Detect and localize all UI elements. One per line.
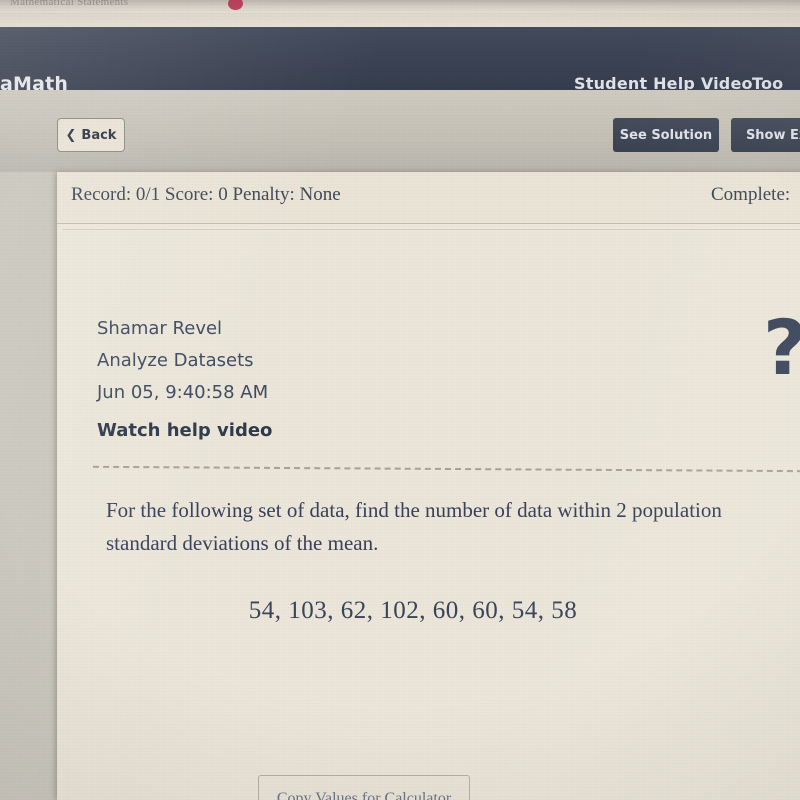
question-card: Shamar Revel Analyze Datasets Jun 05, 9:… bbox=[63, 229, 800, 800]
see-solution-button[interactable]: See Solution bbox=[613, 118, 719, 152]
record-bar: Record: 0/1 Score: 0 Penalty: None Compl… bbox=[57, 172, 800, 224]
complete-status-text: Complete: bbox=[711, 184, 791, 205]
show-example-button[interactable]: Show Exa bbox=[731, 118, 800, 152]
student-name: Shamar Revel bbox=[97, 318, 223, 339]
dashed-divider bbox=[93, 465, 800, 473]
back-button-label: Back bbox=[81, 127, 117, 143]
copy-values-button[interactable]: Copy Values for Calculator bbox=[258, 775, 470, 800]
chevron-left-icon: ❮ bbox=[65, 127, 77, 143]
back-button[interactable]: ❮ Back bbox=[57, 118, 125, 152]
question-mark-icon[interactable]: ? bbox=[763, 310, 800, 386]
assignment-title: Analyze Datasets bbox=[97, 350, 254, 371]
question-prompt: For the following set of data, find the … bbox=[106, 498, 722, 555]
watch-help-video-link[interactable]: Watch help video bbox=[97, 420, 272, 441]
photographed-screen: Mathematical Statements aMath Student He… bbox=[0, 0, 800, 800]
browser-sliver: Mathematical Statements bbox=[0, 0, 800, 13]
browser-chrome-gap bbox=[0, 13, 800, 27]
browser-sliver-text: Mathematical Statements bbox=[10, 0, 129, 8]
record-status-text: Record: 0/1 Score: 0 Penalty: None bbox=[71, 184, 341, 205]
dataset-values: 54, 103, 62, 102, 60, 60, 54, 58 bbox=[248, 597, 578, 624]
red-badge-icon bbox=[228, 0, 243, 10]
assignment-timestamp: Jun 05, 9:40:58 AM bbox=[97, 382, 269, 403]
app-navbar: aMath Student Help Video Too bbox=[0, 27, 800, 95]
content-panel: Record: 0/1 Score: 0 Penalty: None Compl… bbox=[57, 172, 800, 800]
